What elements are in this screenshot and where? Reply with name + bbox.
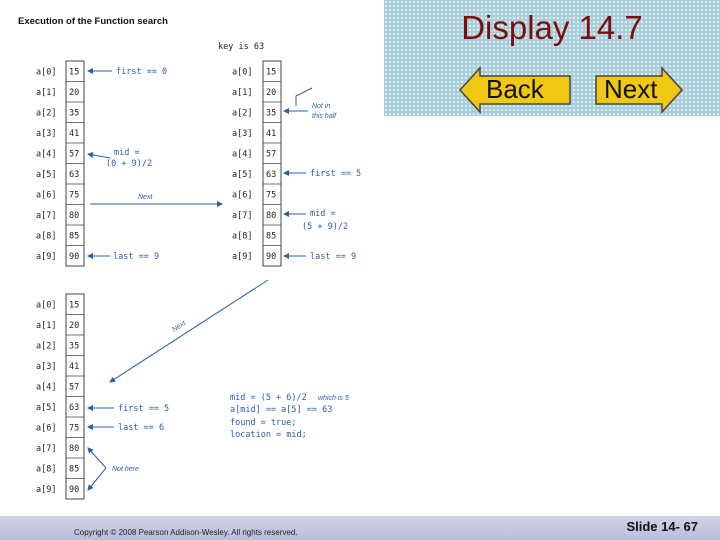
- array-top-right-cell-value: 90: [266, 252, 276, 262]
- mid-pointer-arrow: [87, 151, 111, 159]
- array-bottom-index-label: a[1]: [36, 321, 56, 331]
- array-top-left-cell-value: 57: [69, 149, 79, 159]
- array-bottom-index-label: a[2]: [36, 341, 56, 351]
- array-bottom-cell-value: 20: [69, 321, 79, 331]
- not-here-arrow-down: [87, 467, 107, 491]
- array-top-left-cell-value: 15: [69, 67, 79, 77]
- array-top-right-cell-value: 41: [266, 129, 276, 139]
- not-in-note-line1: Not in: [312, 103, 330, 110]
- array-top-right-cell-value: 63: [266, 170, 276, 180]
- first-label-2: first == 5: [310, 169, 361, 179]
- array-top-left-cell-value: 35: [69, 108, 79, 118]
- mid-label-2-line1: mid =: [310, 209, 336, 219]
- array-top-left-cell-value: 41: [69, 129, 79, 139]
- array-top-right: a[0] 15 a[1] 20 a[2] 35 a[3] 41 a[4] 57 a[5] 63 a[6]…: [232, 60, 282, 267]
- array-top-left-cell-value: 63: [69, 170, 79, 180]
- array-top-right-cell-value: 20: [266, 88, 276, 98]
- array-bottom-index-label: a[9]: [36, 485, 56, 495]
- slide-title: Display 14.7: [461, 9, 643, 46]
- array-top-left-index-label: a[5]: [36, 170, 56, 180]
- array-top-left-index-label: a[2]: [36, 108, 56, 118]
- array-bottom-cell-value: 90: [69, 485, 79, 495]
- not-in-this-half-arrow: [295, 87, 313, 106]
- mid-label-line2: (0 + 9)/2: [106, 159, 152, 169]
- key-label: key is 63: [218, 42, 264, 52]
- array-top-right-cell-value: 75: [266, 190, 276, 200]
- figure-title: Execution of the Function search: [18, 16, 168, 27]
- next-button-label: Next: [604, 74, 658, 104]
- array-bottom-index-label: a[7]: [36, 444, 56, 454]
- array-bottom-cell-value: 75: [69, 423, 79, 433]
- array-top-left-index-label: a[0]: [36, 67, 56, 77]
- array-top-left-cell-value: 75: [69, 190, 79, 200]
- first-label: first == 0: [116, 67, 167, 77]
- array-top-left-cell-value: 20: [69, 88, 79, 98]
- array-bottom-index-label: a[6]: [36, 423, 56, 433]
- array-top-right-index-label: a[0]: [232, 67, 252, 77]
- array-top-right-index-label: a[9]: [232, 252, 252, 262]
- array-bottom-cell-value: 35: [69, 341, 79, 351]
- array-top-left-index-label: a[6]: [36, 190, 56, 200]
- array-top-left-index-label: a[9]: [36, 252, 56, 262]
- diagonal-next-arrow: [109, 279, 269, 383]
- array-bottom-index-label: a[8]: [36, 464, 56, 474]
- array-bottom-cell-value: 80: [69, 444, 79, 454]
- array-bottom-index-label: a[5]: [36, 403, 56, 413]
- copyright-text: Copyright © 2008 Pearson Addison-Wesley.…: [74, 528, 298, 537]
- code-line-3: found = true;: [230, 418, 297, 428]
- next-note: Next: [138, 194, 153, 201]
- array-top-right-cell-value: 57: [266, 149, 276, 159]
- array-bottom: a[0] 15 a[1] 20 a[2] 35 a[3] 41 a[4] 57 a[5] 63 a[6]…: [36, 293, 85, 500]
- slide-number: Slide 14- 67: [626, 519, 698, 534]
- code-line-2: a[mid] == a[5] == 63: [230, 405, 332, 415]
- array-bottom-index-label: a[0]: [36, 300, 56, 310]
- first-label-3: first == 5: [118, 404, 169, 414]
- array-top-right-index-label: a[6]: [232, 190, 252, 200]
- array-top-right-cell-value: 85: [266, 231, 276, 241]
- not-in-note-line2: this half: [312, 113, 337, 120]
- mid-label-2-line2: (5 + 9)/2: [302, 222, 348, 232]
- array-top-right-index-label: a[1]: [232, 88, 252, 98]
- array-bottom-cell-value: 85: [69, 464, 79, 474]
- array-bottom-cell-value: 41: [69, 362, 79, 372]
- array-top-left-index-label: a[7]: [36, 211, 56, 221]
- array-top-right-index-label: a[3]: [232, 129, 252, 139]
- array-top-left-cell-value: 85: [69, 231, 79, 241]
- last-label-2: last == 9: [310, 252, 356, 262]
- array-bottom-cell-value: 57: [69, 382, 79, 392]
- array-top-left-index-label: a[3]: [36, 129, 56, 139]
- array-top-left-index-label: a[1]: [36, 88, 56, 98]
- mid-label-line1: mid =: [114, 148, 140, 158]
- array-top-left-index-label: a[8]: [36, 231, 56, 241]
- back-button-label: Back: [486, 74, 544, 104]
- array-top-left-cell-value: 90: [69, 252, 79, 262]
- array-bottom-cell-value: 63: [69, 403, 79, 413]
- array-bottom-cell-value: 15: [69, 300, 79, 310]
- array-top-right-index-label: a[2]: [232, 108, 252, 118]
- array-bottom-index-label: a[4]: [36, 382, 56, 392]
- array-top-right-index-label: a[8]: [232, 231, 252, 241]
- code-line-1: mid = (5 + 6)/2: [230, 393, 307, 403]
- array-top-right-index-label: a[5]: [232, 170, 252, 180]
- array-top-right-cell-value: 80: [266, 211, 276, 221]
- not-here-note: Not here: [112, 466, 139, 473]
- array-top-right-cell-value: 15: [266, 67, 276, 77]
- search-execution-figure: Execution of the Function search key is …: [18, 16, 361, 500]
- array-top-right-cell-value: 35: [266, 108, 276, 118]
- last-label: last == 9: [113, 252, 159, 262]
- array-top-left-index-label: a[4]: [36, 149, 56, 159]
- array-top-right-index-label: a[4]: [232, 149, 252, 159]
- array-top-right-index-label: a[7]: [232, 211, 252, 221]
- array-bottom-index-label: a[3]: [36, 362, 56, 372]
- diagonal-next-note: Next: [171, 319, 188, 333]
- array-top-left-cell-value: 80: [69, 211, 79, 221]
- code-line-4: location = mid;: [230, 430, 307, 440]
- last-label-3: last == 6: [118, 423, 164, 433]
- array-top-left: a[0] 15 a[1] 20 a[2] 35 a[3] 41 a[4] 57 a[5] 63 a[6]…: [36, 60, 85, 267]
- not-here-arrow-up: [87, 447, 107, 469]
- code-line-1-note: which is 5: [318, 395, 349, 402]
